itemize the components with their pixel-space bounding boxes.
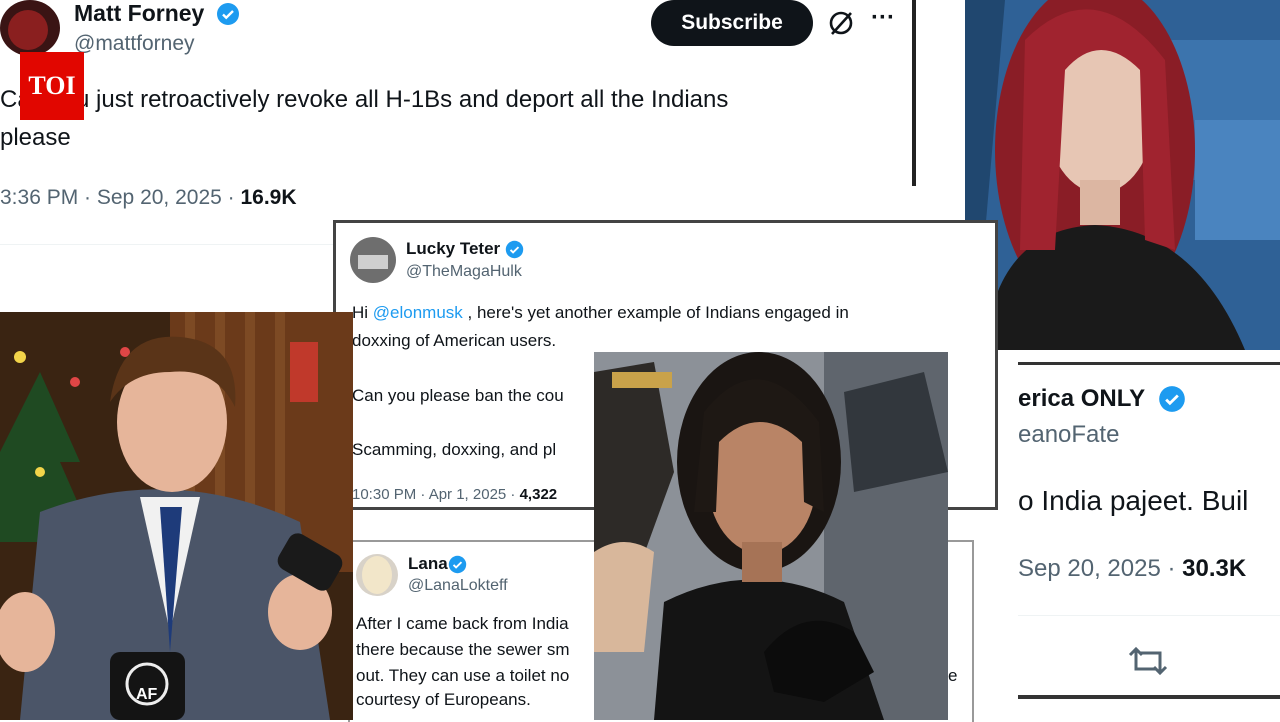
teter-line1: Hi @elonmusk , here's yet another exampl… — [352, 303, 849, 323]
photo-center-woman — [594, 352, 948, 720]
lana-handle[interactable]: @LanaLokteff — [408, 577, 508, 595]
lana-trailing: e — [948, 666, 958, 685]
forney-handle[interactable]: @mattforney — [74, 32, 195, 56]
photo-red-hair-woman — [965, 0, 1280, 350]
america-divider — [1018, 615, 1280, 616]
teter-line3: Can you please ban the cou — [352, 386, 564, 405]
verified-badge-icon — [448, 555, 467, 574]
forney-meta: 3:36 PM · Sep 20, 2025 · 16.9K — [0, 186, 297, 210]
elonmusk-mention-link[interactable]: @elonmusk — [373, 303, 463, 322]
america-name[interactable]: erica ONLY — [1018, 385, 1145, 413]
retweet-icon[interactable] — [1128, 645, 1168, 677]
avatar-teter[interactable] — [350, 237, 396, 283]
photo-red-hair-woman-image — [965, 0, 1280, 350]
subscribe-button[interactable]: Subscribe — [651, 0, 813, 46]
photo-host-studio: AF — [0, 312, 353, 720]
avatar-forney[interactable] — [0, 0, 60, 56]
teter-handle[interactable]: @TheMagaHulk — [406, 263, 522, 281]
avatar-forney-detail — [8, 10, 48, 50]
verified-badge-icon — [217, 3, 239, 25]
america-text: o India pajeet. Buil — [1018, 485, 1249, 516]
america-meta: Sep 20, 2025 · 30.3K — [1018, 555, 1246, 583]
avatar-teter-detail — [358, 255, 388, 269]
lana-name[interactable]: Lana — [408, 554, 448, 574]
teter-line4: Scamming, doxxing, and pl — [352, 440, 557, 459]
teter-views: 4,322 — [519, 486, 558, 503]
teter-time: 10:30 PM · Apr 1, 2025 · — [352, 486, 520, 503]
lana-line2: there because the sewer sm — [356, 640, 570, 659]
teter-line2: doxxing of American users. — [352, 331, 557, 350]
toi-logo: TOI — [20, 52, 84, 120]
america-handle[interactable]: eanoFate — [1018, 421, 1119, 449]
teter-meta: 10:30 PM · Apr 1, 2025 · 4,322 — [352, 486, 557, 503]
forney-right-border — [912, 0, 916, 186]
grok-icon[interactable] — [826, 8, 856, 38]
photo-host-studio-image — [0, 312, 353, 720]
more-icon[interactable]: ··· — [871, 4, 895, 32]
mic-logo-text: AF — [136, 686, 158, 703]
verified-badge-icon — [505, 240, 524, 259]
forney-text-line2: please — [0, 124, 71, 151]
verified-badge-icon — [1159, 386, 1185, 412]
tweet-america: erica ONLY eanoFate o India pajeet. Buil… — [1018, 362, 1280, 699]
forney-name[interactable]: Matt Forney — [74, 0, 204, 27]
lana-line3: out. They can use a toilet no — [356, 666, 570, 685]
forney-text-line1: Can you just retroactively revoke all H-… — [0, 86, 729, 113]
avatar-lana-hair — [362, 556, 392, 594]
lana-line4: courtesy of Europeans. — [356, 690, 531, 709]
america-time: Sep 20, 2025 · — [1018, 555, 1183, 582]
avatar-lana[interactable] — [356, 554, 398, 596]
teter-line1-prefix: Hi — [352, 303, 373, 322]
teter-name[interactable]: Lucky Teter — [406, 239, 500, 259]
forney-views: 16.9K — [240, 186, 297, 209]
america-views: 30.3K — [1182, 555, 1247, 582]
teter-line1-suffix: , here's yet another example of Indians … — [462, 303, 849, 322]
forney-time: 3:36 PM · Sep 20, 2025 · — [0, 186, 241, 209]
lana-line1: After I came back from India — [356, 614, 569, 633]
photo-center-woman-image — [594, 352, 948, 720]
